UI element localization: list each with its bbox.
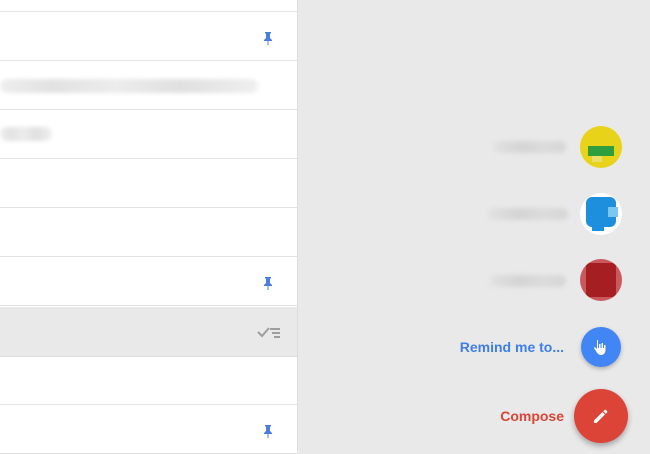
list-item[interactable] bbox=[0, 406, 297, 454]
list-item[interactable] bbox=[0, 357, 297, 405]
redacted-text bbox=[0, 79, 258, 93]
redacted-text bbox=[0, 127, 52, 141]
list-item[interactable] bbox=[0, 160, 297, 208]
compose-label[interactable]: Compose bbox=[500, 408, 564, 424]
list-item[interactable] bbox=[0, 62, 297, 110]
avatar-image bbox=[580, 193, 622, 235]
list-item[interactable] bbox=[0, 209, 297, 257]
pin-icon bbox=[264, 277, 272, 290]
list-item[interactable] bbox=[0, 111, 297, 159]
inbox-list bbox=[0, 0, 298, 454]
contact-avatar[interactable] bbox=[580, 193, 622, 235]
compose-button[interactable] bbox=[574, 389, 628, 443]
contact-name-redacted bbox=[488, 208, 568, 220]
list-item[interactable] bbox=[0, 13, 297, 61]
done-all-icon[interactable] bbox=[257, 323, 281, 341]
contact-name-redacted bbox=[494, 141, 566, 153]
list-item[interactable] bbox=[0, 0, 297, 12]
bundle-header[interactable] bbox=[0, 307, 297, 357]
list-item[interactable] bbox=[0, 258, 297, 306]
pin-icon bbox=[264, 425, 272, 438]
remind-hand-icon bbox=[594, 340, 606, 355]
remind-label[interactable]: Remind me to... bbox=[460, 339, 564, 355]
avatar-image bbox=[580, 259, 622, 301]
contact-avatar[interactable] bbox=[580, 259, 622, 301]
pin-icon bbox=[264, 32, 272, 45]
contact-name-redacted bbox=[490, 275, 566, 287]
remind-button[interactable] bbox=[581, 327, 621, 367]
pencil-icon bbox=[594, 409, 608, 423]
contact-avatar[interactable] bbox=[580, 126, 622, 168]
avatar-image bbox=[580, 126, 622, 168]
